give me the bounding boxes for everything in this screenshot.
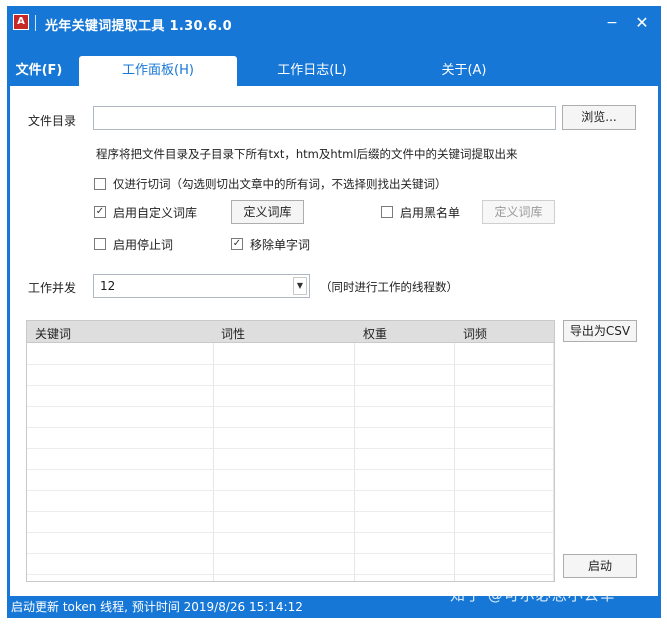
concurrency-label: 工作并发 (28, 281, 77, 295)
minimize-icon[interactable]: − (601, 12, 623, 34)
window-title: 光年关键词提取工具 1.30.6.0 (45, 19, 232, 34)
concurrency-value: 12 (100, 279, 116, 293)
app-icon: A (13, 14, 29, 30)
row-divider (27, 490, 554, 491)
define-blacklist-button[interactable]: 定义词库 (482, 200, 555, 224)
export-csv-button[interactable]: 导出为CSV (563, 320, 637, 342)
dir-label: 文件目录 (28, 114, 77, 128)
row-divider (27, 448, 554, 449)
tab-about[interactable]: 关于(A) (399, 56, 529, 86)
browse-button[interactable]: 浏览... (562, 105, 636, 130)
dir-hint: 程序将把文件目录及子目录下所有txt，htm及html后缀的文件中的关键词提取出… (96, 147, 518, 161)
custom-dict-checkbox[interactable]: ✓ (94, 206, 106, 218)
row-divider (27, 406, 554, 407)
row-divider (27, 574, 554, 575)
tab-workbench[interactable]: 工作面板(H) (79, 56, 237, 86)
workbench-panel: 文件目录 浏览... 程序将把文件目录及子目录下所有txt，htm及html后缀… (10, 86, 658, 596)
column-divider (553, 343, 554, 581)
only-segment-checkbox[interactable] (94, 178, 106, 190)
title-bar: A 光年关键词提取工具 1.30.6.0 − ✕ (7, 6, 661, 40)
row-divider (27, 427, 554, 428)
start-button[interactable]: 启动 (563, 554, 637, 578)
row-divider (27, 364, 554, 365)
results-table[interactable]: 关键词 词性 权重 词频 (26, 320, 555, 582)
remove-single-checkbox[interactable]: ✓ (231, 238, 243, 250)
app-window: A 光年关键词提取工具 1.30.6.0 − ✕ 文件(F) 工作面板(H) 工… (7, 6, 661, 618)
stopwords-label: 启用停止词 (113, 238, 174, 252)
column-header-frequency[interactable]: 词频 (463, 325, 487, 342)
close-icon[interactable]: ✕ (631, 12, 653, 34)
watermark-text: 知乎 @可尔必思小公举 (450, 586, 616, 604)
row-divider (27, 511, 554, 512)
status-text: 启动更新 token 线程, 预计时间 2019/8/26 15:14:12 (11, 600, 303, 614)
column-divider (354, 343, 355, 581)
remove-single-label: 移除单字词 (250, 238, 311, 252)
row-divider (27, 553, 554, 554)
column-divider (454, 343, 455, 581)
column-header-keyword[interactable]: 关键词 (35, 325, 71, 342)
blacklist-label: 启用黑名单 (400, 206, 461, 220)
table-header: 关键词 词性 权重 词频 (27, 321, 554, 343)
tab-work-log[interactable]: 工作日志(L) (247, 56, 377, 86)
column-divider (213, 343, 214, 581)
column-header-weight[interactable]: 权重 (363, 325, 387, 342)
row-divider (27, 469, 554, 470)
dir-input[interactable] (93, 106, 556, 130)
define-dict-button[interactable]: 定义词库 (231, 200, 304, 224)
tab-bar: 文件(F) 工作面板(H) 工作日志(L) 关于(A) (7, 40, 661, 86)
stopwords-checkbox[interactable] (94, 238, 106, 250)
custom-dict-label: 启用自定义词库 (113, 206, 198, 220)
dropdown-arrow-icon[interactable]: ▼ (293, 277, 307, 295)
row-divider (27, 385, 554, 386)
title-separator (35, 15, 36, 31)
blacklist-checkbox[interactable] (381, 206, 393, 218)
menu-file[interactable]: 文件(F) (7, 56, 71, 86)
concurrency-hint: （同时进行工作的线程数） (320, 280, 458, 294)
only-segment-label: 仅进行切词（勾选则切出文章中的所有词，不选择则找出关键词） (113, 177, 447, 191)
row-divider (27, 532, 554, 533)
column-header-pos[interactable]: 词性 (221, 325, 245, 342)
concurrency-select[interactable]: 12 ▼ (93, 274, 310, 298)
